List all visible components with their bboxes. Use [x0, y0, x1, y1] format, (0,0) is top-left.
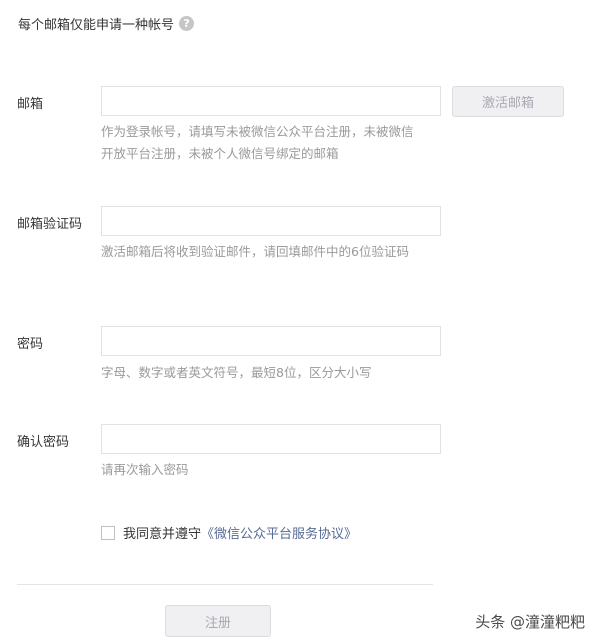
confirm-password-hint: 请再次输入密码	[101, 462, 189, 477]
watermark: 头条 @潼潼粑粑	[475, 613, 585, 631]
help-icon[interactable]: ?	[179, 16, 195, 31]
agreement-link[interactable]: 《微信公众平台服务协议》	[201, 523, 357, 542]
verify-code-field[interactable]	[101, 206, 441, 236]
account-notice-text: 每个邮箱仅能申请一种帐号	[18, 18, 175, 33]
agreement-row: 我同意并遵守 《微信公众平台服务协议》	[101, 523, 357, 542]
verify-code-hint: 激活邮箱后将收到验证邮件，请回填邮件中的6位验证码	[101, 244, 409, 259]
confirm-password-field[interactable]	[101, 424, 441, 454]
divider	[17, 584, 433, 585]
account-notice: 每个邮箱仅能申请一种帐号 ?	[18, 14, 195, 33]
email-field[interactable]	[101, 86, 441, 116]
verify-code-label: 邮箱验证码	[17, 217, 83, 232]
register-button[interactable]: 注册	[165, 605, 271, 637]
password-label: 密码	[17, 337, 44, 352]
confirm-password-label: 确认密码	[17, 435, 70, 450]
agreement-checkbox[interactable]	[101, 525, 115, 540]
email-label: 邮箱	[17, 97, 44, 112]
agreement-text: 我同意并遵守	[123, 527, 202, 542]
password-field[interactable]	[101, 326, 441, 356]
email-hint: 作为登录帐号，请填写未被微信公众平台注册，未被微信开放平台注册，未被个人微信号绑…	[101, 124, 414, 161]
activate-email-button[interactable]: 激活邮箱	[452, 86, 564, 117]
password-hint: 字母、数字或者英文符号，最短8位，区分大小写	[101, 365, 372, 380]
